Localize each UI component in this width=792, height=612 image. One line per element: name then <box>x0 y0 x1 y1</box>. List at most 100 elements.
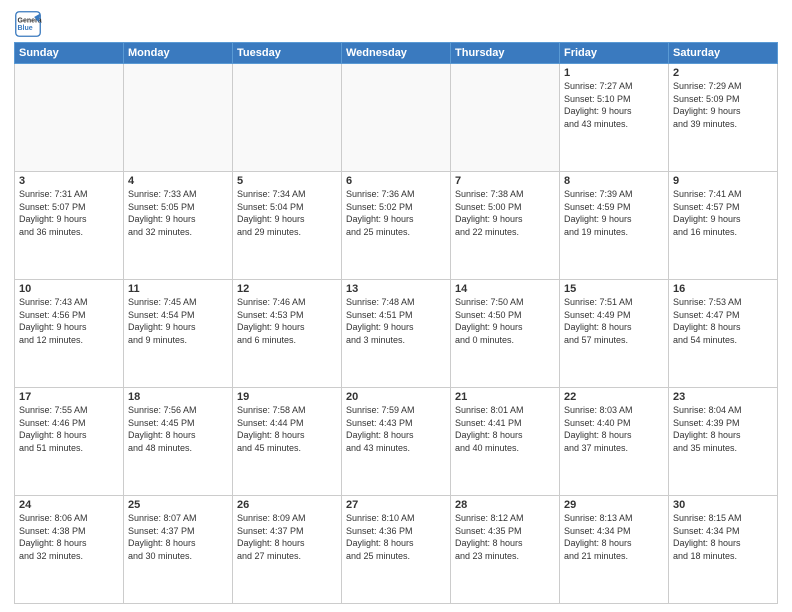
day-cell: 28Sunrise: 8:12 AM Sunset: 4:35 PM Dayli… <box>451 496 560 604</box>
day-info: Sunrise: 7:58 AM Sunset: 4:44 PM Dayligh… <box>237 404 337 454</box>
day-info: Sunrise: 7:59 AM Sunset: 4:43 PM Dayligh… <box>346 404 446 454</box>
svg-text:Blue: Blue <box>18 25 33 32</box>
day-info: Sunrise: 7:45 AM Sunset: 4:54 PM Dayligh… <box>128 296 228 346</box>
day-cell: 30Sunrise: 8:15 AM Sunset: 4:34 PM Dayli… <box>669 496 778 604</box>
day-info: Sunrise: 7:46 AM Sunset: 4:53 PM Dayligh… <box>237 296 337 346</box>
day-info: Sunrise: 7:34 AM Sunset: 5:04 PM Dayligh… <box>237 188 337 238</box>
day-number: 22 <box>564 391 664 403</box>
day-cell: 23Sunrise: 8:04 AM Sunset: 4:39 PM Dayli… <box>669 388 778 496</box>
day-cell: 13Sunrise: 7:48 AM Sunset: 4:51 PM Dayli… <box>342 280 451 388</box>
weekday-header-wednesday: Wednesday <box>342 43 451 64</box>
weekday-header-sunday: Sunday <box>15 43 124 64</box>
day-info: Sunrise: 8:06 AM Sunset: 4:38 PM Dayligh… <box>19 512 119 562</box>
day-info: Sunrise: 7:31 AM Sunset: 5:07 PM Dayligh… <box>19 188 119 238</box>
header: General Blue <box>14 10 778 38</box>
day-cell: 27Sunrise: 8:10 AM Sunset: 4:36 PM Dayli… <box>342 496 451 604</box>
day-cell <box>124 64 233 172</box>
day-info: Sunrise: 7:41 AM Sunset: 4:57 PM Dayligh… <box>673 188 773 238</box>
day-info: Sunrise: 7:39 AM Sunset: 4:59 PM Dayligh… <box>564 188 664 238</box>
day-cell: 3Sunrise: 7:31 AM Sunset: 5:07 PM Daylig… <box>15 172 124 280</box>
day-info: Sunrise: 8:04 AM Sunset: 4:39 PM Dayligh… <box>673 404 773 454</box>
day-info: Sunrise: 7:56 AM Sunset: 4:45 PM Dayligh… <box>128 404 228 454</box>
day-number: 15 <box>564 283 664 295</box>
day-cell: 22Sunrise: 8:03 AM Sunset: 4:40 PM Dayli… <box>560 388 669 496</box>
day-number: 5 <box>237 175 337 187</box>
day-cell: 12Sunrise: 7:46 AM Sunset: 4:53 PM Dayli… <box>233 280 342 388</box>
day-info: Sunrise: 7:51 AM Sunset: 4:49 PM Dayligh… <box>564 296 664 346</box>
day-number: 6 <box>346 175 446 187</box>
logo: General Blue <box>14 10 44 38</box>
day-info: Sunrise: 7:33 AM Sunset: 5:05 PM Dayligh… <box>128 188 228 238</box>
day-number: 1 <box>564 67 664 79</box>
calendar-table: SundayMondayTuesdayWednesdayThursdayFrid… <box>14 42 778 604</box>
day-info: Sunrise: 8:07 AM Sunset: 4:37 PM Dayligh… <box>128 512 228 562</box>
day-info: Sunrise: 7:38 AM Sunset: 5:00 PM Dayligh… <box>455 188 555 238</box>
day-cell: 21Sunrise: 8:01 AM Sunset: 4:41 PM Dayli… <box>451 388 560 496</box>
day-number: 10 <box>19 283 119 295</box>
day-number: 2 <box>673 67 773 79</box>
day-number: 8 <box>564 175 664 187</box>
day-cell: 24Sunrise: 8:06 AM Sunset: 4:38 PM Dayli… <box>15 496 124 604</box>
day-cell: 17Sunrise: 7:55 AM Sunset: 4:46 PM Dayli… <box>15 388 124 496</box>
day-cell: 6Sunrise: 7:36 AM Sunset: 5:02 PM Daylig… <box>342 172 451 280</box>
day-cell: 1Sunrise: 7:27 AM Sunset: 5:10 PM Daylig… <box>560 64 669 172</box>
week-row-2: 3Sunrise: 7:31 AM Sunset: 5:07 PM Daylig… <box>15 172 778 280</box>
day-number: 21 <box>455 391 555 403</box>
week-row-4: 17Sunrise: 7:55 AM Sunset: 4:46 PM Dayli… <box>15 388 778 496</box>
day-cell: 25Sunrise: 8:07 AM Sunset: 4:37 PM Dayli… <box>124 496 233 604</box>
day-info: Sunrise: 7:36 AM Sunset: 5:02 PM Dayligh… <box>346 188 446 238</box>
day-cell: 2Sunrise: 7:29 AM Sunset: 5:09 PM Daylig… <box>669 64 778 172</box>
day-cell: 10Sunrise: 7:43 AM Sunset: 4:56 PM Dayli… <box>15 280 124 388</box>
day-number: 9 <box>673 175 773 187</box>
day-info: Sunrise: 8:15 AM Sunset: 4:34 PM Dayligh… <box>673 512 773 562</box>
day-info: Sunrise: 8:13 AM Sunset: 4:34 PM Dayligh… <box>564 512 664 562</box>
week-row-5: 24Sunrise: 8:06 AM Sunset: 4:38 PM Dayli… <box>15 496 778 604</box>
day-info: Sunrise: 8:10 AM Sunset: 4:36 PM Dayligh… <box>346 512 446 562</box>
day-cell: 7Sunrise: 7:38 AM Sunset: 5:00 PM Daylig… <box>451 172 560 280</box>
day-cell: 9Sunrise: 7:41 AM Sunset: 4:57 PM Daylig… <box>669 172 778 280</box>
day-number: 13 <box>346 283 446 295</box>
day-cell: 4Sunrise: 7:33 AM Sunset: 5:05 PM Daylig… <box>124 172 233 280</box>
page: General Blue SundayMondayTuesdayWednesda… <box>0 0 792 612</box>
day-cell: 19Sunrise: 7:58 AM Sunset: 4:44 PM Dayli… <box>233 388 342 496</box>
day-number: 24 <box>19 499 119 511</box>
weekday-header-row: SundayMondayTuesdayWednesdayThursdayFrid… <box>15 43 778 64</box>
day-info: Sunrise: 8:09 AM Sunset: 4:37 PM Dayligh… <box>237 512 337 562</box>
day-number: 20 <box>346 391 446 403</box>
day-number: 11 <box>128 283 228 295</box>
week-row-1: 1Sunrise: 7:27 AM Sunset: 5:10 PM Daylig… <box>15 64 778 172</box>
day-number: 4 <box>128 175 228 187</box>
day-cell: 16Sunrise: 7:53 AM Sunset: 4:47 PM Dayli… <box>669 280 778 388</box>
weekday-header-thursday: Thursday <box>451 43 560 64</box>
day-cell: 29Sunrise: 8:13 AM Sunset: 4:34 PM Dayli… <box>560 496 669 604</box>
day-info: Sunrise: 7:55 AM Sunset: 4:46 PM Dayligh… <box>19 404 119 454</box>
day-number: 27 <box>346 499 446 511</box>
day-cell: 5Sunrise: 7:34 AM Sunset: 5:04 PM Daylig… <box>233 172 342 280</box>
day-cell <box>15 64 124 172</box>
day-info: Sunrise: 7:29 AM Sunset: 5:09 PM Dayligh… <box>673 80 773 130</box>
day-cell <box>233 64 342 172</box>
day-number: 23 <box>673 391 773 403</box>
day-info: Sunrise: 8:03 AM Sunset: 4:40 PM Dayligh… <box>564 404 664 454</box>
day-info: Sunrise: 7:27 AM Sunset: 5:10 PM Dayligh… <box>564 80 664 130</box>
day-number: 30 <box>673 499 773 511</box>
day-info: Sunrise: 7:43 AM Sunset: 4:56 PM Dayligh… <box>19 296 119 346</box>
day-cell <box>451 64 560 172</box>
weekday-header-saturday: Saturday <box>669 43 778 64</box>
day-number: 3 <box>19 175 119 187</box>
day-cell: 26Sunrise: 8:09 AM Sunset: 4:37 PM Dayli… <box>233 496 342 604</box>
day-number: 26 <box>237 499 337 511</box>
day-number: 29 <box>564 499 664 511</box>
day-cell: 14Sunrise: 7:50 AM Sunset: 4:50 PM Dayli… <box>451 280 560 388</box>
day-number: 12 <box>237 283 337 295</box>
day-number: 19 <box>237 391 337 403</box>
weekday-header-friday: Friday <box>560 43 669 64</box>
week-row-3: 10Sunrise: 7:43 AM Sunset: 4:56 PM Dayli… <box>15 280 778 388</box>
day-number: 16 <box>673 283 773 295</box>
day-number: 18 <box>128 391 228 403</box>
weekday-header-tuesday: Tuesday <box>233 43 342 64</box>
logo-icon: General Blue <box>14 10 42 38</box>
day-info: Sunrise: 8:01 AM Sunset: 4:41 PM Dayligh… <box>455 404 555 454</box>
day-number: 25 <box>128 499 228 511</box>
day-cell: 8Sunrise: 7:39 AM Sunset: 4:59 PM Daylig… <box>560 172 669 280</box>
